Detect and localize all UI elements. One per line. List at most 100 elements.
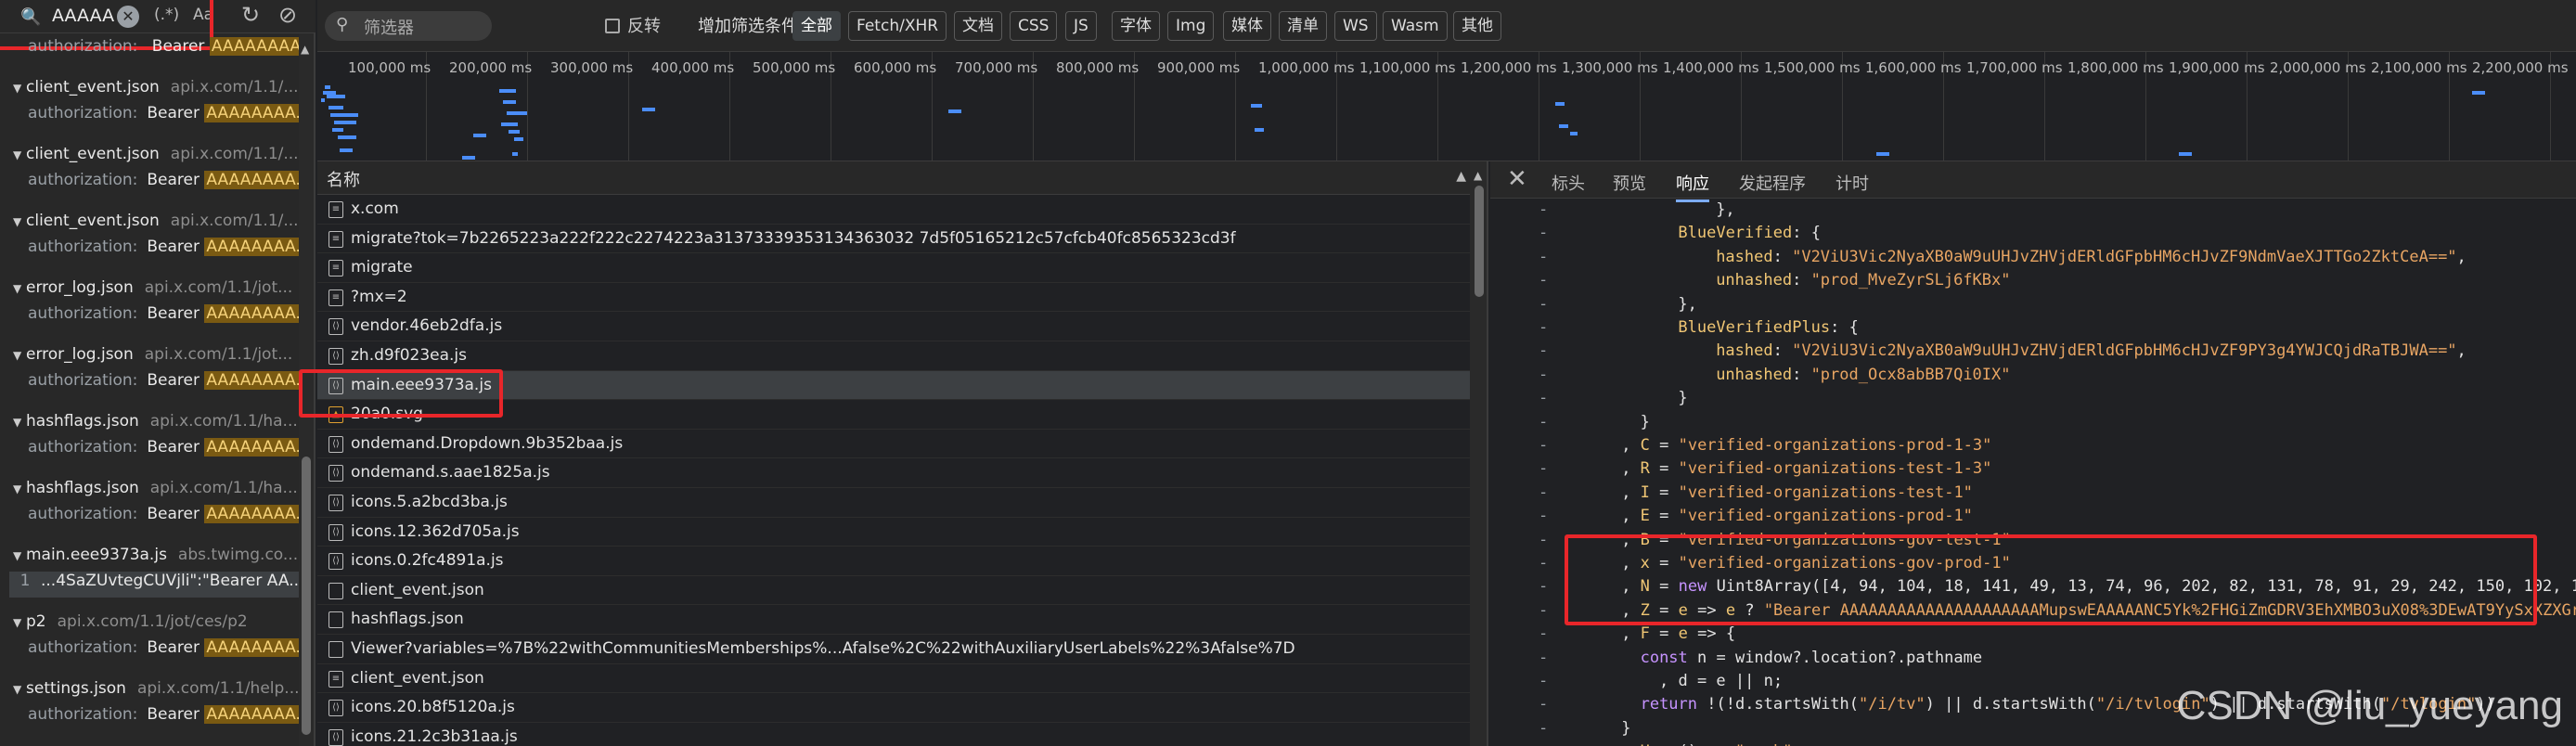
request-row[interactable]: ⟨⟩ icons.12.362d705a.js [317,518,1470,547]
code-token: : [1772,341,1793,361]
detail-tab[interactable]: 标头 [1552,171,1585,195]
detail-tab[interactable]: 计时 [1835,171,1869,195]
filter-type-button[interactable]: 字体 [1112,11,1160,41]
request-row[interactable]: hashflags.json [317,605,1470,635]
result-match-line[interactable]: authorization: Bearer AAAAAAAA... [28,304,299,330]
match-value-prefix: Bearer [147,304,200,323]
code-line: - const n = window?.location?.pathname [1490,647,2576,670]
result-match-line[interactable]: authorization: Bearer AAAAAAAA... [28,37,299,56]
request-row[interactable]: ⟨⟩ vendor.46eb2dfa.js [317,312,1470,341]
filter-input[interactable]: ⚲ 筛选器 [325,11,492,41]
filter-type-button[interactable]: 清单 [1279,11,1327,41]
result-file-header[interactable]: ▼ hashflags.json api.x.com/1.1/ha... [13,479,298,505]
filter-type-button[interactable]: 全部 [792,11,841,41]
filter-type-button[interactable]: 文档 [954,11,1002,41]
filter-type-button[interactable]: 媒体 [1223,11,1271,41]
detail-tab[interactable]: 响应 [1676,171,1709,202]
result-file-header[interactable]: ▼ client_event.json api.x.com/1.1/... [13,78,299,104]
request-row[interactable]: ⟨⟩ icons.0.2fc4891a.js [317,547,1470,576]
timeline-request-bar [1555,102,1565,106]
result-file-header[interactable]: ▼ hashflags.json api.x.com/1.1/ha... [13,412,298,438]
result-file-header[interactable]: ▼ error_log.json api.x.com/1.1/jot... [13,278,292,304]
result-match-line[interactable]: authorization: Bearer AAAAAAAA... [28,505,299,531]
timeline-tick-label: 100,000 ms [348,59,431,76]
request-row[interactable]: ⟨⟩ ondemand.Dropdown.9b352baa.js [317,430,1470,459]
name-column-header[interactable]: 名称 ▲ [317,161,1470,195]
result-match-line[interactable]: authorization: Bearer AAAAAAAA... [28,171,299,197]
match-value-prefix: Bearer [147,171,200,189]
request-row[interactable]: ⟨⟩ icons.20.b8f5120a.js [317,693,1470,723]
result-match-line[interactable]: authorization: Bearer AAAAAAAA... [28,104,299,130]
match-key: authorization: [28,705,138,724]
code-content: } [1678,389,1687,407]
request-row[interactable]: ⟨⟩ icons.21.2c3b31aa.js [317,723,1470,746]
request-row[interactable]: ≡ client_event.json [317,664,1470,694]
filter-type-button[interactable]: CSS [1010,11,1058,41]
filter-type-button[interactable]: Wasm [1383,11,1448,41]
timeline-overview[interactable]: 100,000 ms 200,000 ms 300,000 ms 400,000 ms… [317,52,2576,161]
filter-type-button[interactable]: WS [1334,11,1377,41]
result-file-header[interactable]: ▼ main.eee9373a.js abs.twimg.co... [13,546,298,572]
request-row[interactable]: ≡ migrate [317,253,1470,283]
request-row[interactable]: ⟨⟩ zh.d9f023ea.js [317,341,1470,371]
code-token: "/i/tv" [1859,695,1926,714]
detail-tab[interactable]: 发起程序 [1739,171,1806,195]
result-match-line[interactable]: authorization: Bearer AAAAAAAA... [28,371,299,397]
result-file-header[interactable]: ▼ error_log.json api.x.com/1.1/jot... [13,345,292,371]
expand-triangle-icon[interactable]: ▼ [13,616,26,629]
scroll-thumb[interactable] [1475,186,1484,297]
expand-triangle-icon[interactable]: ▼ [13,282,26,295]
refresh-icon[interactable]: ↻ [241,2,260,28]
diff-marker: - [1539,554,1549,572]
code-token: , [1621,459,1641,479]
scroll-thumb[interactable] [302,457,311,735]
scroll-up-icon[interactable]: ▲ [301,43,309,56]
result-file-header[interactable]: ▼ settings.json api.x.com/1.1/help... [13,679,299,705]
result-match-line[interactable]: authorization: Bearer AAAAAAAA... [28,638,299,664]
result-file-header[interactable]: ▼ client_event.json api.x.com/1.1/... [13,145,299,171]
sort-icon[interactable]: ▲ [1456,169,1466,184]
expand-triangle-icon[interactable]: ▼ [13,349,26,362]
expand-triangle-icon[interactable]: ▼ [13,549,26,562]
code-token: e [1678,624,1688,644]
filter-type-button[interactable]: 其他 [1453,11,1501,41]
result-file-url: api.x.com/1.1/jot... [144,345,293,364]
expand-triangle-icon[interactable]: ▼ [13,683,26,696]
request-row[interactable]: client_event.json [317,576,1470,606]
request-row[interactable]: ⟨⟩ ondemand.s.aae1825a.js [317,458,1470,488]
timeline-tick-label: 500,000 ms [753,59,836,76]
code-token: , [1621,624,1641,644]
filter-type-button[interactable]: Fetch/XHR [848,11,947,41]
timeline-request-bar [332,128,343,132]
invert-checkbox[interactable]: 反转 [605,13,661,37]
filter-type-button[interactable]: JS [1065,11,1097,41]
checkbox-icon[interactable] [605,19,620,33]
expand-triangle-icon[interactable]: ▼ [13,82,26,95]
script-file-icon: ⟨⟩ [328,465,343,482]
result-file-header[interactable]: ▼ client_event.json api.x.com/1.1/... [13,212,299,238]
code-line: -} [1490,411,2576,434]
result-match-line[interactable]: 1 ...4SaZUvtegCUVjli":"Bearer AA... [9,572,299,598]
expand-triangle-icon[interactable]: ▼ [13,482,26,495]
scroll-up-icon[interactable]: ▲ [1474,169,1482,182]
detail-tab[interactable]: 预览 [1613,171,1646,195]
expand-triangle-icon[interactable]: ▼ [13,416,26,429]
request-row[interactable]: ≡ ?mx=2 [317,283,1470,313]
close-icon[interactable]: ✕ [1507,165,1527,193]
request-row[interactable]: ≡ migrate?tok=7b2265223a222f222c2274223a3… [317,225,1470,254]
diff-marker: - [1539,482,1549,502]
timeline-request-bar [330,113,358,117]
request-list-scrollbar[interactable]: ▲ [1470,161,1488,746]
result-file-header[interactable]: ▼ p2 api.x.com/1.1/jot/ces/p2 [13,612,248,638]
request-row[interactable]: ≡ x.com [317,195,1470,225]
diff-marker: - [1539,341,1549,361]
result-match-line[interactable]: authorization: Bearer AAAAAAAA... [28,705,299,731]
request-row[interactable]: Viewer?variables=%7B%22withCommunitiesMe… [317,635,1470,664]
request-row[interactable]: ⟨⟩ icons.5.a2bcd3ba.js [317,488,1470,518]
filter-type-button[interactable]: Img [1167,11,1215,41]
expand-triangle-icon[interactable]: ▼ [13,215,26,228]
result-match-line[interactable]: authorization: Bearer AAAAAAAA... [28,238,299,264]
result-match-line[interactable]: authorization: Bearer AAAAAAAA... [28,438,299,464]
expand-triangle-icon[interactable]: ▼ [13,148,26,161]
diff-marker: - [1539,624,1549,644]
